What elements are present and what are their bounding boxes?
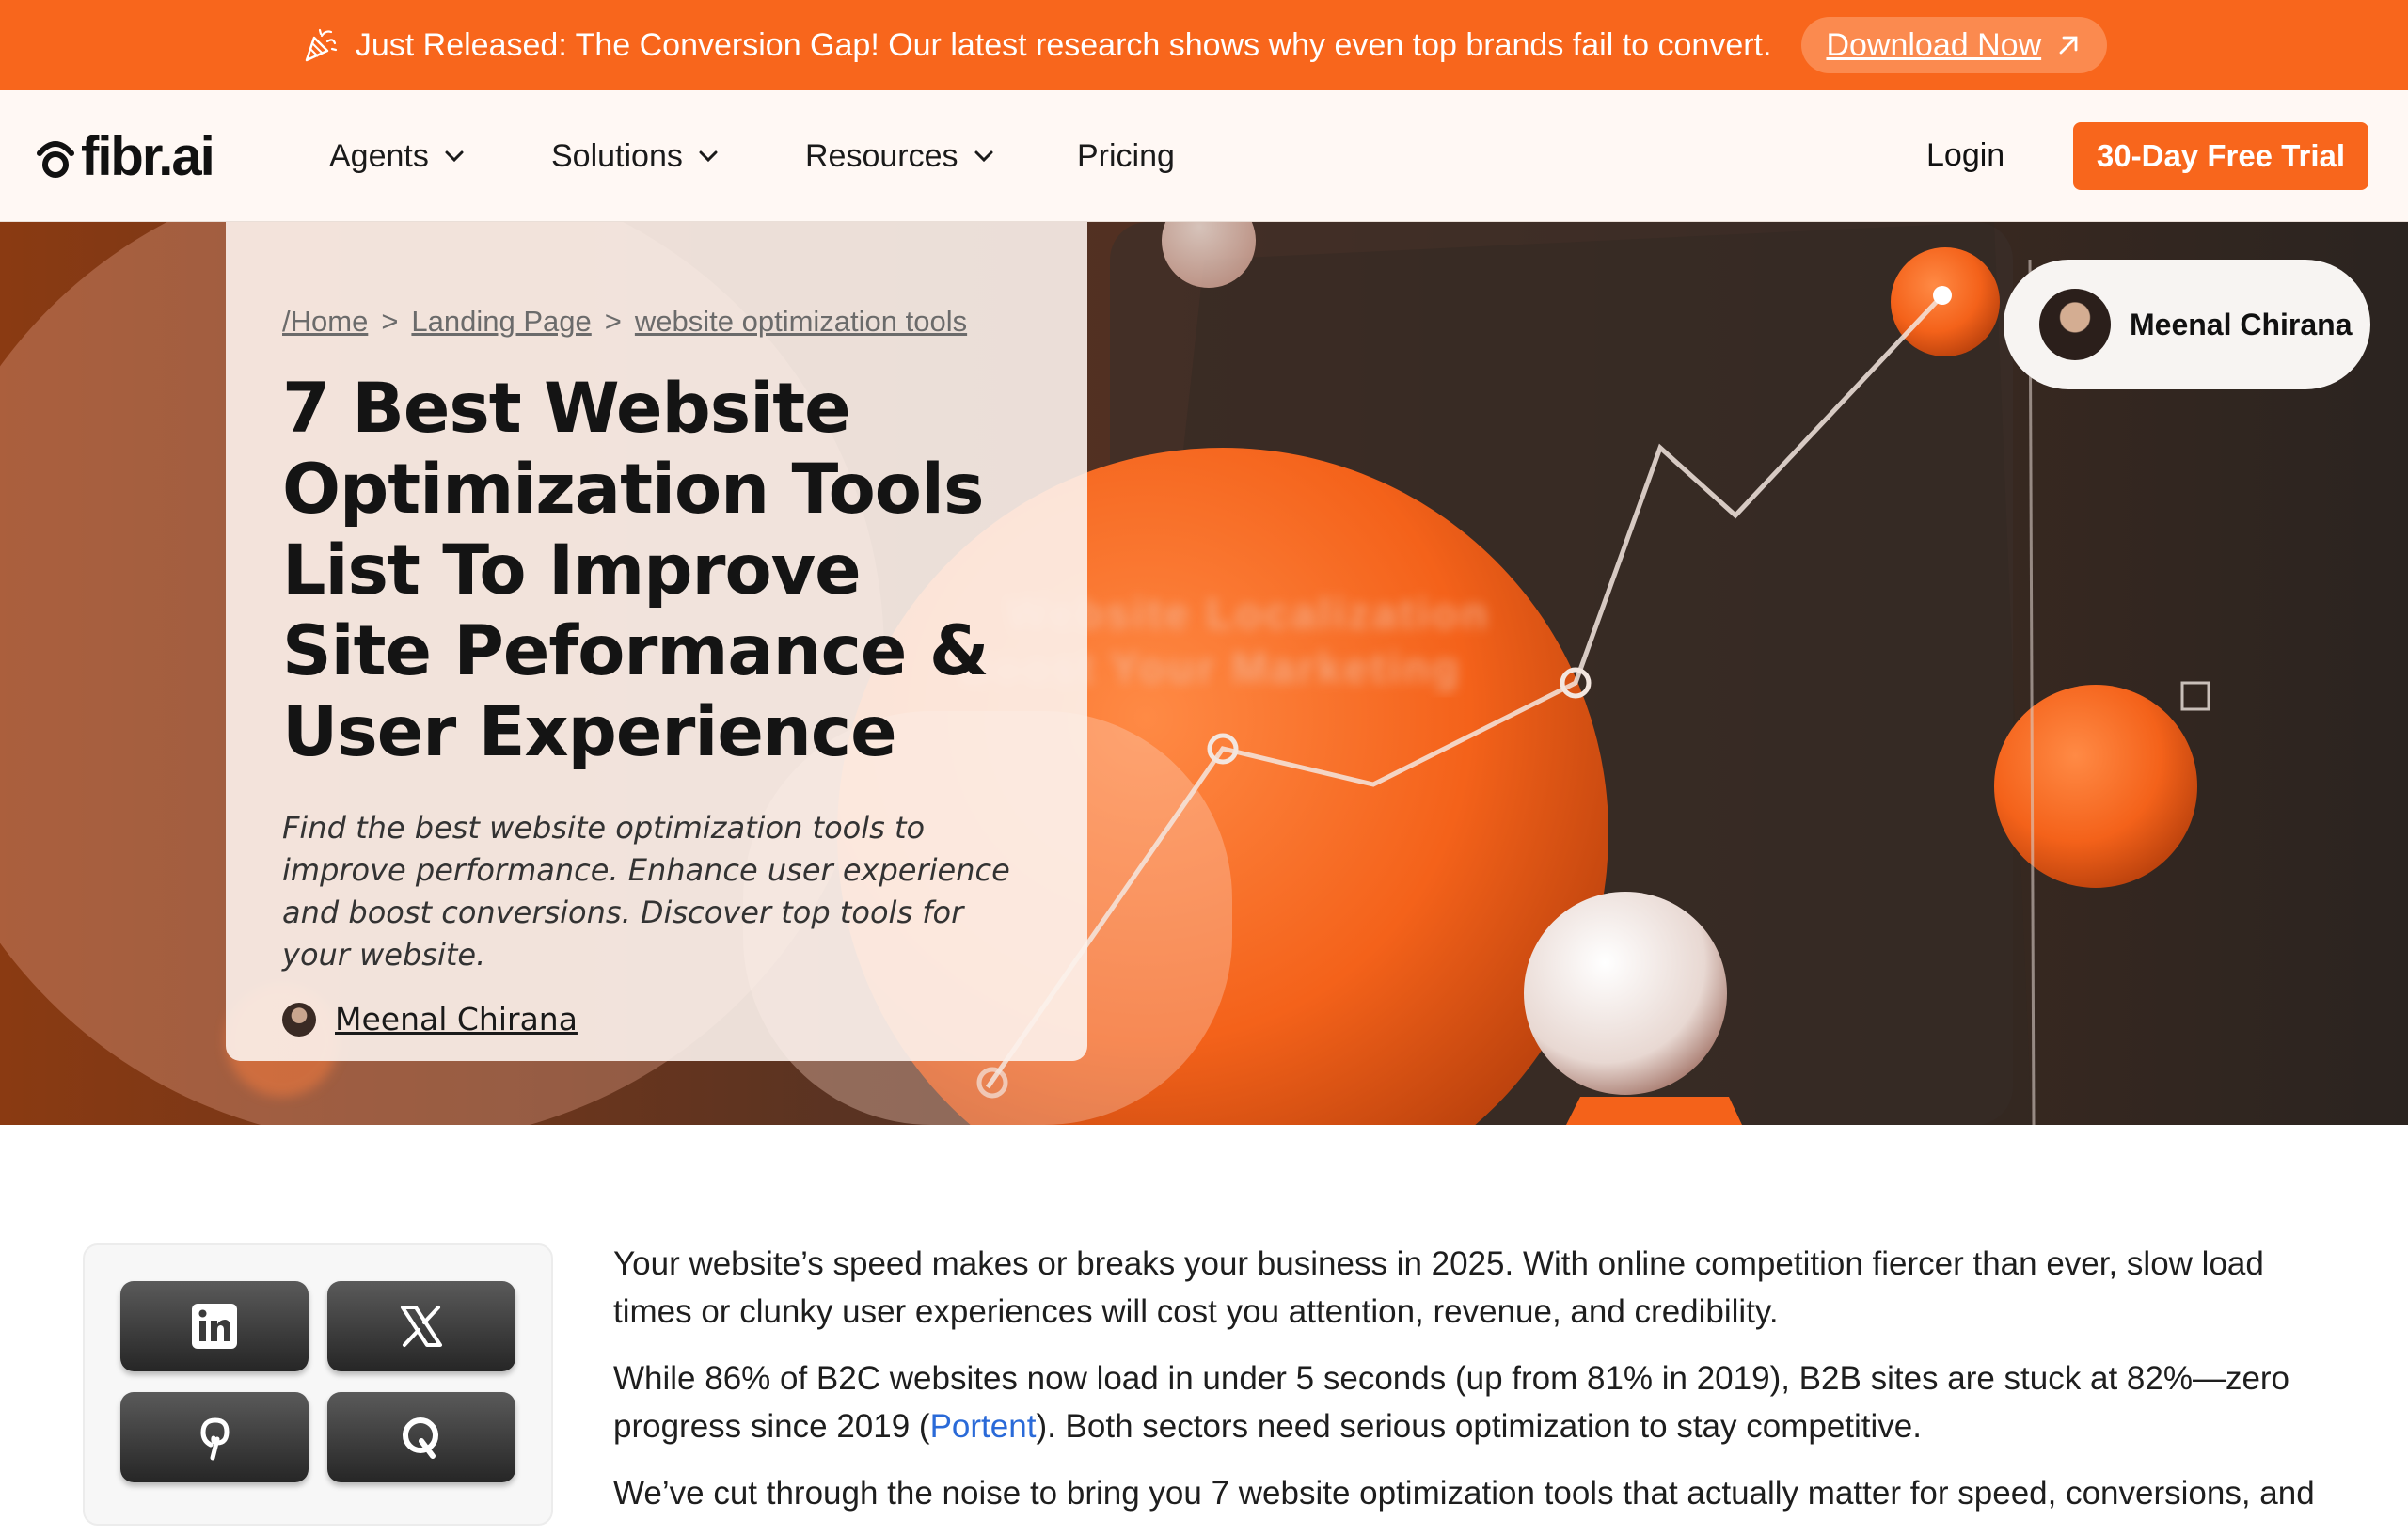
p2-text-after: ). Both sectors need serious optimizatio… xyxy=(1036,1408,1922,1445)
share-quora-button[interactable] xyxy=(327,1392,515,1482)
chevron-down-icon xyxy=(445,150,464,163)
nav-solutions[interactable]: Solutions xyxy=(551,137,721,175)
share-panel xyxy=(83,1243,553,1526)
article-paragraph-1: Your website’s speed makes or breaks you… xyxy=(613,1245,2264,1330)
hero-section: Website Localization Boost Your Marketin… xyxy=(0,222,2408,1125)
page-title: 7 Best Website Optimization Tools List T… xyxy=(282,369,990,772)
avatar xyxy=(2039,289,2111,360)
author-pill-name: Meenal Chirana xyxy=(2130,307,2353,341)
quora-icon xyxy=(403,1417,438,1459)
linkedin-icon xyxy=(192,1304,237,1349)
avatar xyxy=(282,1002,316,1037)
download-now-button[interactable]: Download Now xyxy=(1801,17,2108,73)
hero-card: /Home > Landing Page > website optimizat… xyxy=(226,222,1087,1061)
article-body: Your website’s speed makes or breaks you… xyxy=(613,1240,2335,1536)
author-link[interactable]: Meenal Chirana xyxy=(335,1001,578,1037)
author-byline: Meenal Chirana xyxy=(282,1001,1031,1037)
nav-agents-label: Agents xyxy=(329,137,429,174)
party-popper-icon xyxy=(305,28,337,62)
chevron-down-icon xyxy=(699,150,718,163)
pinterest-icon xyxy=(200,1417,230,1461)
share-pinterest-button[interactable] xyxy=(120,1392,309,1482)
x-twitter-icon xyxy=(401,1306,442,1347)
nav-agents[interactable]: Agents xyxy=(329,137,467,175)
fibr-logo-icon xyxy=(37,141,74,178)
nav-resources[interactable]: Resources xyxy=(805,137,996,175)
article-paragraph-3: We’ve cut through the noise to bring you… xyxy=(613,1475,2315,1512)
breadcrumb-separator: > xyxy=(604,305,622,338)
free-trial-button[interactable]: 30-Day Free Trial xyxy=(2073,122,2368,190)
nav-solutions-label: Solutions xyxy=(551,137,683,174)
breadcrumb-separator: > xyxy=(381,305,399,338)
share-x-button[interactable] xyxy=(327,1281,515,1371)
arrow-up-right-icon xyxy=(2059,36,2078,55)
breadcrumb-landing-page[interactable]: Landing Page xyxy=(411,305,591,339)
nav-pricing[interactable]: Pricing xyxy=(1077,137,1175,175)
breadcrumb-current[interactable]: website optimization tools xyxy=(635,305,967,339)
share-linkedin-button[interactable] xyxy=(120,1281,309,1371)
announcement-message: Just Released: The Conversion Gap! Our l… xyxy=(355,26,1772,63)
chevron-down-icon xyxy=(974,150,993,163)
login-link[interactable]: Login xyxy=(1926,137,2004,174)
announcement-bar: Just Released: The Conversion Gap! Our l… xyxy=(0,0,2408,90)
author-pill[interactable]: Meenal Chirana xyxy=(2004,260,2370,389)
nav-pricing-label: Pricing xyxy=(1077,137,1175,174)
page-description: Find the best website optimization tools… xyxy=(282,810,1010,973)
portent-link[interactable]: Portent xyxy=(930,1408,1037,1445)
top-navigation: fibr.ai Agents Solutions Resources Prici… xyxy=(0,90,2408,222)
download-now-label: Download Now xyxy=(1826,26,2042,63)
nav-resources-label: Resources xyxy=(805,137,958,174)
article-paragraph-2: While 86% of B2C websites now load in un… xyxy=(613,1354,2335,1450)
breadcrumb-home[interactable]: /Home xyxy=(282,305,368,339)
breadcrumb: /Home > Landing Page > website optimizat… xyxy=(282,305,1031,339)
fibr-logo[interactable]: fibr.ai xyxy=(36,126,215,187)
logo-text: fibr.ai xyxy=(81,125,215,187)
